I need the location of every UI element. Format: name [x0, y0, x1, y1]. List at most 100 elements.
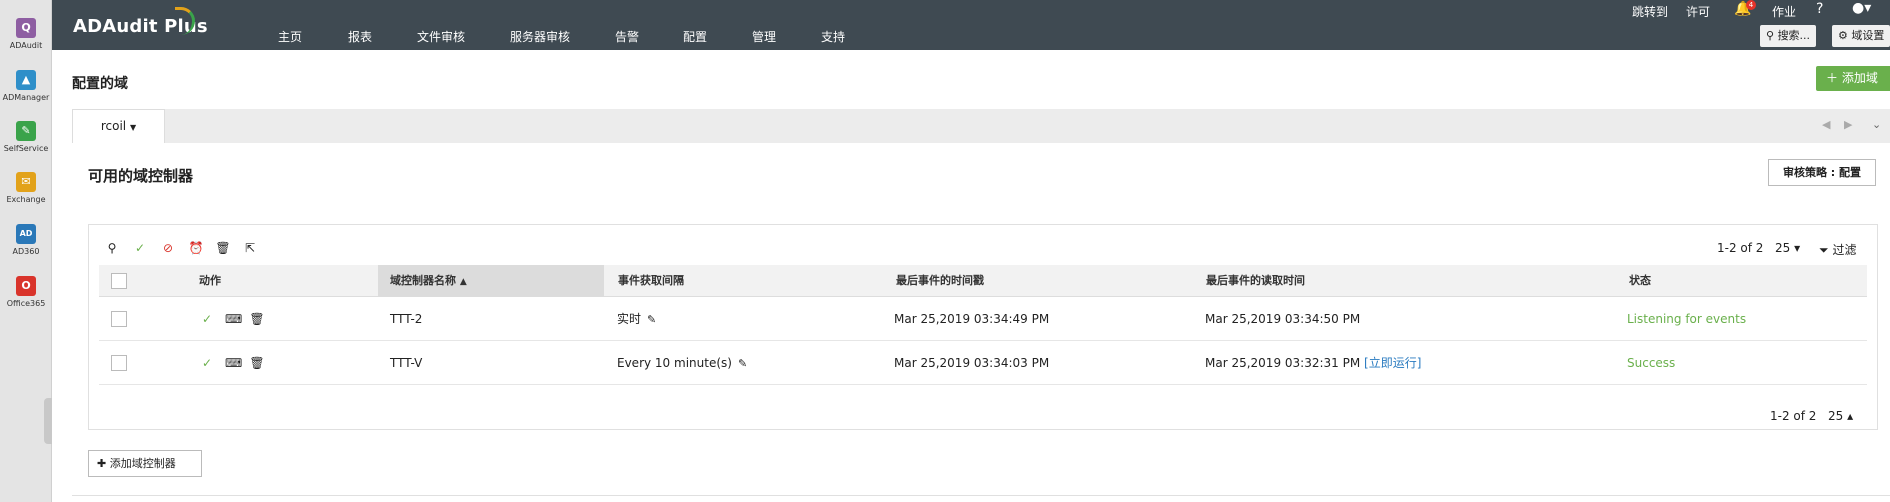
row-checkbox[interactable] [111, 311, 127, 327]
nav-server-audit[interactable]: 服务器审核 [510, 28, 570, 45]
nav-file-audit[interactable]: 文件审核 [417, 28, 465, 45]
pencil-icon[interactable]: ✎ [647, 313, 656, 326]
interval-cell: 实时 ✎ [617, 297, 656, 341]
table-row: ✓ ⌨ 🗑 TTT-V Every 10 minute(s) ✎ Mar 25,2… [99, 341, 1867, 385]
alarm-clock-icon[interactable]: ⏰ [187, 239, 205, 257]
rail-label: AD360 [12, 247, 40, 256]
search-filter-icon[interactable]: ⚲ [103, 239, 121, 257]
chevron-down-icon: ▼ [129, 123, 137, 132]
add-domain-button[interactable]: ＋ 添加域 [1816, 66, 1890, 91]
ad360-icon: AD [16, 224, 36, 244]
domain-settings-button[interactable]: ⚙ 域设置 [1832, 25, 1890, 47]
jobs-link[interactable]: 作业 [1772, 3, 1796, 20]
tab-domain-rcoil[interactable]: rcoil ▼ [72, 109, 165, 143]
rail-item-admanager[interactable]: ▲ ADManager [0, 70, 52, 102]
nav-configuration[interactable]: 配置 [683, 28, 707, 45]
dc-name: TTT-V [390, 356, 423, 370]
trash-icon[interactable]: 🗑 [249, 355, 265, 371]
rail-item-exchange[interactable]: ✉ Exchange [0, 172, 52, 204]
col-action: 动作 [199, 274, 221, 287]
rail-item-adaudit[interactable]: Q ADAudit [0, 18, 52, 50]
search-icon: ⚲ [1766, 29, 1775, 42]
pager-count-bottom: 1-2 of 2 [1770, 409, 1817, 423]
last-read-time-cell: Mar 25,2019 03:32:31 PM [立即运行] [1205, 341, 1421, 385]
trash-icon[interactable]: 🗑 [249, 311, 265, 327]
table-header: 动作 域控制器名称 ▲ 事件获取间隔 最后事件的时间戳 最后事件的读取时间 状态 [99, 265, 1867, 297]
add-dc-button[interactable]: ✚ 添加域控制器 [88, 450, 202, 477]
funnel-icon: ⏷ [1819, 243, 1829, 257]
rail-item-selfservice[interactable]: ✎ SelfService [0, 121, 52, 153]
page-size-value: 25 [1775, 241, 1791, 255]
rail-item-ad360[interactable]: AD AD360 [0, 224, 52, 256]
col-interval[interactable]: 事件获取间隔 [618, 265, 684, 297]
select-all-checkbox[interactable] [111, 273, 127, 289]
pager-count: 1-2 of 2 [1717, 241, 1764, 255]
col-status[interactable]: 状态 [1629, 265, 1651, 297]
gear-icon: ⚙ [1838, 29, 1848, 42]
jump-to-link[interactable]: 跳转到 [1632, 3, 1668, 20]
user-avatar-icon[interactable]: ●▾ [1852, 0, 1871, 16]
page-size-value: 25 [1828, 409, 1844, 423]
trash-icon[interactable]: 🗑 [214, 239, 232, 257]
last-read-time: Mar 25,2019 03:32:31 PM [1205, 356, 1361, 370]
adaudit-icon: Q [16, 18, 36, 38]
row-checkbox[interactable] [111, 355, 127, 371]
rail-collapse-handle[interactable] [44, 398, 52, 444]
admanager-icon: ▲ [16, 70, 36, 90]
nav-alerts[interactable]: 告警 [615, 28, 639, 45]
add-dc-label: 添加域控制器 [109, 457, 176, 470]
scroll-right-icon[interactable]: ▶ [1844, 118, 1852, 131]
rail-label: SelfService [3, 144, 49, 153]
filter-button[interactable]: ⏷ 过滤 [1819, 241, 1856, 258]
col-last-read-time[interactable]: 最后事件的读取时间 [1206, 265, 1305, 297]
disable-icon[interactable]: ⊘ [159, 239, 177, 257]
license-link[interactable]: 许可 [1686, 3, 1710, 20]
tab-label: rcoil [100, 119, 127, 133]
page-size-select-bottom[interactable]: 25 ▴ [1828, 409, 1853, 423]
export-icon[interactable]: ⇱ [241, 239, 259, 257]
office365-icon: O [16, 276, 36, 296]
dc-table-panel: ⚲ ✓ ⊘ ⏰ 🗑 ⇱ 1-2 of 2 25 ▾ ⏷ 过滤 动作 域控制器名称… [88, 224, 1878, 430]
plus-icon: ＋ [1826, 71, 1839, 85]
nav-support[interactable]: 支持 [821, 28, 845, 45]
caret-up-icon: ▴ [1847, 409, 1854, 423]
filter-label: 过滤 [1832, 243, 1857, 257]
last-event-time: Mar 25,2019 03:34:03 PM [894, 356, 1050, 370]
dc-name: TTT-2 [390, 312, 423, 326]
keyboard-icon[interactable]: ⌨ [225, 311, 242, 327]
rail-item-office365[interactable]: O Office365 [0, 276, 52, 308]
col-last-event-time[interactable]: 最后事件的时间戳 [896, 265, 984, 297]
enable-icon[interactable]: ✓ [131, 239, 149, 257]
nav-admin[interactable]: 管理 [752, 28, 776, 45]
interval-value: Every 10 minute(s) [617, 356, 732, 370]
caret-down-icon: ▾ [1794, 241, 1801, 255]
add-domain-label: 添加域 [1841, 71, 1878, 85]
check-circle-icon[interactable]: ✓ [199, 355, 215, 371]
run-now-link[interactable]: [立即运行] [1364, 356, 1421, 370]
search-button[interactable]: ⚲ 搜索... [1760, 25, 1817, 47]
page-size-select[interactable]: 25 ▾ [1775, 241, 1800, 255]
nav-home[interactable]: 主页 [278, 28, 302, 45]
top-bar: ADAudit Plus 主页 报表 文件审核 服务器审核 告警 配置 管理 支… [52, 0, 1890, 50]
audit-policy-button[interactable]: 审核策略 : 配置 [1768, 159, 1876, 186]
nav-reports[interactable]: 报表 [348, 28, 372, 45]
col-dc-name-label: 域控制器名称 [390, 274, 456, 287]
help-icon[interactable]: ? [1816, 1, 1823, 17]
col-dc-name[interactable]: 域控制器名称 ▲ [378, 265, 604, 297]
tab-menu-chevron-icon[interactable]: ⌄ [1872, 118, 1881, 131]
last-read-time: Mar 25,2019 03:34:50 PM [1205, 312, 1361, 326]
notification-badge: 4 [1746, 0, 1756, 10]
rail-label: Office365 [6, 299, 46, 308]
check-circle-icon[interactable]: ✓ [199, 311, 215, 327]
section-title: 可用的域控制器 [88, 167, 194, 185]
last-event-time: Mar 25,2019 03:34:49 PM [894, 312, 1050, 326]
plus-icon: ✚ [97, 457, 107, 470]
keyboard-icon[interactable]: ⌨ [225, 355, 242, 371]
page-title: 配置的域 [72, 76, 128, 92]
scroll-left-icon[interactable]: ◀ [1822, 118, 1830, 131]
interval-cell: Every 10 minute(s) ✎ [617, 341, 747, 385]
sort-asc-icon: ▲ [459, 277, 467, 287]
rail-label: ADAudit [9, 41, 43, 50]
table-row: ✓ ⌨ 🗑 TTT-2 实时 ✎ Mar 25,2019 03:34:49 PM … [99, 297, 1867, 341]
pencil-icon[interactable]: ✎ [738, 357, 747, 370]
